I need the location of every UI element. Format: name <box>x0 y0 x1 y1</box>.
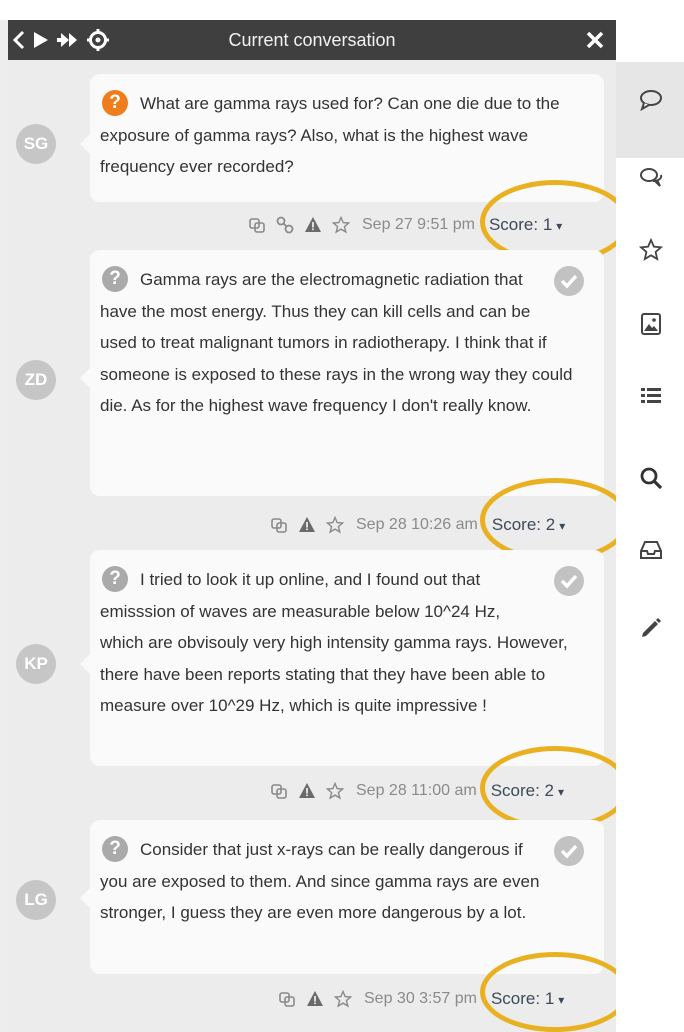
question-icon: ? <box>102 266 128 292</box>
avatar: KP <box>16 644 56 684</box>
warning-icon[interactable] <box>298 782 316 800</box>
image-icon[interactable] <box>639 312 663 336</box>
message-text: Consider that just x-rays can be really … <box>100 840 540 922</box>
avatar: LG <box>16 880 56 920</box>
warning-icon[interactable] <box>306 990 324 1008</box>
star-outline-icon[interactable] <box>334 990 352 1008</box>
message-timestamp: Sep 28 10:26 am <box>356 516 478 533</box>
right-toolbar <box>616 20 684 1032</box>
score-value: Score: 2 <box>490 781 554 800</box>
inbox-icon[interactable] <box>639 538 663 562</box>
message-timestamp: Sep 27 9:51 pm <box>362 216 475 233</box>
avatar: ZD <box>16 360 56 400</box>
warning-icon[interactable] <box>298 516 316 534</box>
score-value: Score: 1 <box>490 989 555 1008</box>
message-text: What are gamma rays used for? Can one di… <box>100 94 560 176</box>
question-icon: ? <box>102 566 128 592</box>
top-strip <box>0 0 684 20</box>
quote-icon[interactable] <box>270 782 288 800</box>
message-bubble: ? What are gamma rays used for? Can one … <box>80 74 604 202</box>
warning-icon[interactable] <box>304 216 322 234</box>
message-text: Gamma rays are the electromagnetic radia… <box>100 270 573 415</box>
comments-icon[interactable] <box>639 166 663 190</box>
star-icon[interactable] <box>639 238 663 262</box>
quote-icon[interactable] <box>278 990 296 1008</box>
chevron-down-icon: ▾ <box>556 218 563 233</box>
conversation-area: SG ? What are gamma rays used for? Can o… <box>8 60 630 1032</box>
score-value: Score: 1 <box>488 215 553 234</box>
question-icon: ? <box>102 836 128 862</box>
star-outline-icon[interactable] <box>332 216 350 234</box>
chevron-down-icon: ▾ <box>558 784 565 799</box>
comment-icon[interactable] <box>639 88 663 112</box>
star-outline-icon[interactable] <box>326 516 344 534</box>
message-meta: Sep 28 10:26 am Score: 2 ▾ <box>270 510 565 540</box>
chevron-down-icon: ▾ <box>558 992 565 1007</box>
avatar: SG <box>16 124 56 164</box>
conversation-title: Current conversation <box>228 30 396 50</box>
close-icon[interactable] <box>584 29 606 51</box>
message-timestamp: Sep 30 3:57 pm <box>364 990 477 1007</box>
search-icon[interactable] <box>639 466 663 490</box>
message-meta: Sep 28 11:00 am Score: 2 ▾ <box>270 776 564 806</box>
check-icon[interactable] <box>554 266 584 296</box>
quote-icon[interactable] <box>248 216 266 234</box>
pencil-icon[interactable] <box>639 616 663 640</box>
app-window: Current conversation SG ? What are gamma… <box>0 0 684 1032</box>
message-bubble: ? Consider that just x-rays can be reall… <box>80 820 604 974</box>
question-badge-icon: ? <box>102 90 128 116</box>
message-bubble: ? I tried to look it up online, and I fo… <box>80 550 604 766</box>
score-dropdown[interactable]: Score: 2 ▾ <box>492 515 565 535</box>
score-dropdown[interactable]: Score: 2 ▾ <box>491 781 564 801</box>
message-bubble: ? Gamma rays are the electromagnetic rad… <box>80 250 604 496</box>
score-value: Score: 2 <box>491 515 556 534</box>
chevron-down-icon: ▾ <box>559 518 566 533</box>
star-outline-icon[interactable] <box>326 782 344 800</box>
message-text: I tried to look it up online, and I foun… <box>100 570 568 715</box>
link-icon[interactable] <box>276 216 294 234</box>
message-meta: Sep 27 9:51 pm Score: 1 ▾ <box>248 210 562 240</box>
check-icon[interactable] <box>554 836 584 866</box>
message-meta: Sep 30 3:57 pm Score: 1 ▾ <box>278 984 564 1014</box>
score-dropdown[interactable]: Score: 1 ▾ <box>491 989 564 1009</box>
message-timestamp: Sep 28 11:00 am <box>356 782 477 799</box>
score-dropdown[interactable]: Score: 1 ▾ <box>489 215 562 235</box>
conversation-title-bar: Current conversation <box>8 20 616 60</box>
list-icon[interactable] <box>639 384 663 408</box>
quote-icon[interactable] <box>270 516 288 534</box>
check-icon[interactable] <box>554 566 584 596</box>
